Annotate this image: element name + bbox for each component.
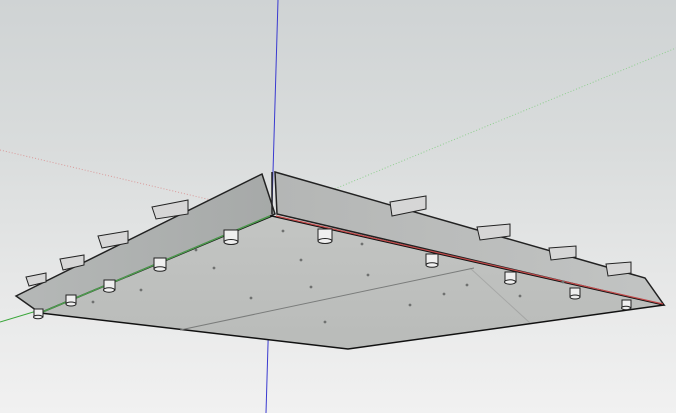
- bolt-1: [223, 229, 239, 245]
- model-scene[interactable]: [0, 0, 676, 413]
- bolt-3: [153, 257, 167, 272]
- bolt-4: [425, 253, 439, 268]
- bolt-6: [504, 271, 517, 285]
- bolt-2: [317, 228, 333, 244]
- bracket-8: [605, 261, 632, 277]
- bracket-7: [548, 245, 577, 261]
- bolt-10: [621, 299, 632, 311]
- bolt-5: [103, 279, 116, 293]
- bolt-9: [33, 308, 44, 320]
- 3d-viewport[interactable]: [0, 0, 676, 413]
- bolt-7: [65, 294, 77, 307]
- bolt-8: [569, 287, 581, 300]
- green-axis-dotted: [331, 47, 676, 191]
